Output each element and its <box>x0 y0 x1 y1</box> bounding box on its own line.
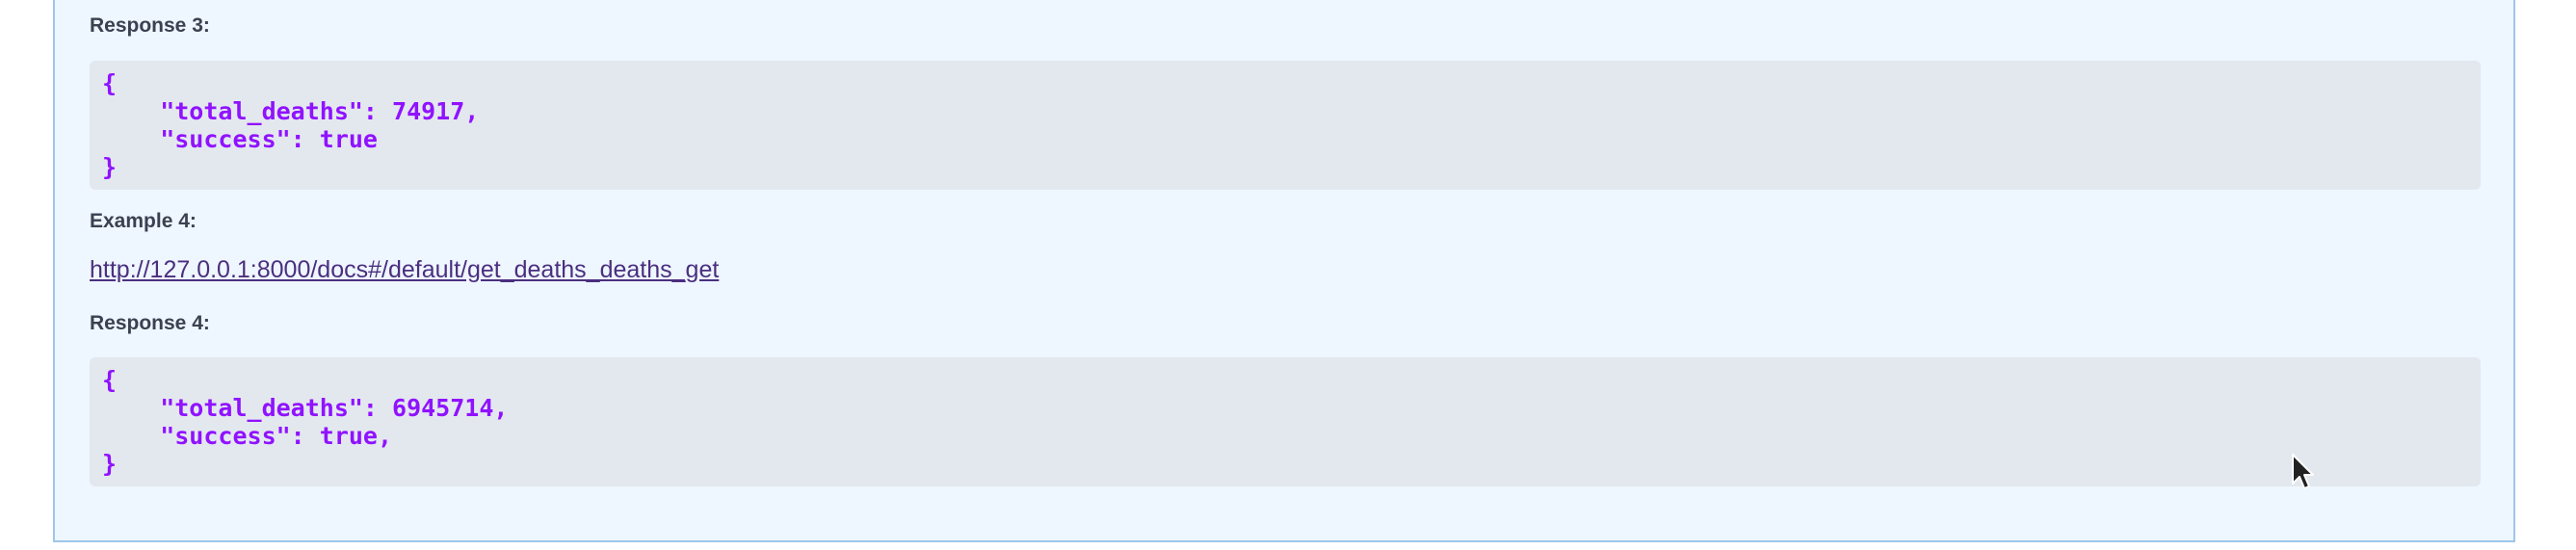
code-line: } <box>102 153 118 181</box>
response-3-code-block: { "total_deaths": 74917, "success": true… <box>90 61 2481 190</box>
code-line: "total_deaths": 6945714, <box>102 394 509 422</box>
code-line: { <box>102 69 118 97</box>
code-line: { <box>102 366 118 394</box>
code-line: "success": true <box>102 125 378 153</box>
code-line: } <box>102 450 118 478</box>
response-4-code-block: { "total_deaths": 6945714, "success": tr… <box>90 357 2481 486</box>
example-4-label: Example 4: <box>90 210 197 232</box>
code-line: "success": true, <box>102 422 393 450</box>
code-line: "total_deaths": 74917, <box>102 97 480 125</box>
response-3-label: Response 3: <box>90 14 210 37</box>
example-4-link[interactable]: http://127.0.0.1:8000/docs#/default/get_… <box>90 256 719 284</box>
mouse-pointer-icon <box>2291 453 2316 496</box>
response-4-label: Response 4: <box>90 312 210 334</box>
